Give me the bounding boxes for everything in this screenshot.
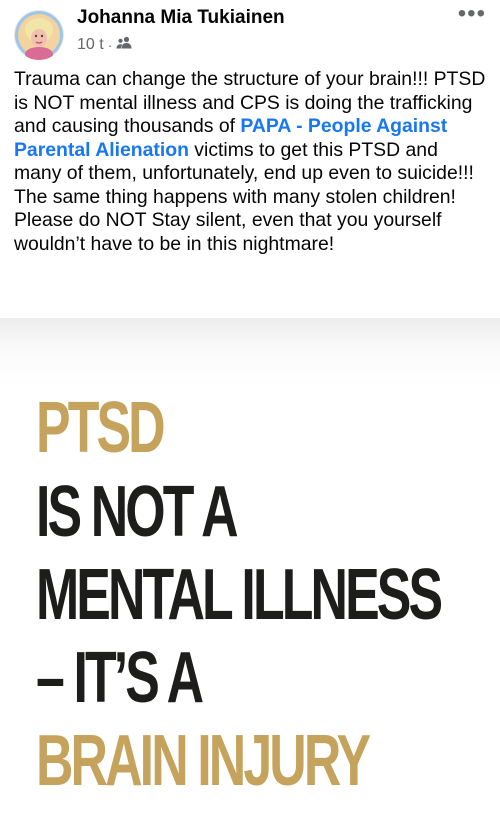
avatar[interactable] bbox=[14, 10, 64, 60]
author-name[interactable]: Johanna Mia Tukiainen bbox=[77, 7, 285, 29]
facebook-post: Johanna Mia Tukiainen 10 t · ••• Trauma … bbox=[0, 0, 500, 833]
post-timestamp[interactable]: 10 t bbox=[77, 36, 104, 54]
image-headline-line: – IT’S A bbox=[36, 638, 204, 718]
avatar-image bbox=[15, 11, 63, 60]
image-headline-line: PTSD bbox=[36, 388, 166, 468]
post-text: Trauma can change the structure of your … bbox=[14, 68, 490, 256]
friends-icon[interactable] bbox=[116, 36, 132, 54]
post-header: Johanna Mia Tukiainen 10 t · ••• bbox=[0, 0, 500, 64]
image-headline-line: IS NOT A bbox=[36, 472, 239, 552]
post-image[interactable]: PTSD IS NOT A MENTAL ILLNESS – IT’S A BR… bbox=[0, 318, 500, 833]
post-meta: 10 t · bbox=[77, 36, 132, 54]
meta-separator: · bbox=[107, 37, 113, 53]
image-headline-line: BRAIN INJURY bbox=[36, 721, 371, 801]
more-options-icon[interactable]: ••• bbox=[458, 2, 486, 26]
image-headline-line: MENTAL ILLNESS bbox=[36, 555, 443, 635]
